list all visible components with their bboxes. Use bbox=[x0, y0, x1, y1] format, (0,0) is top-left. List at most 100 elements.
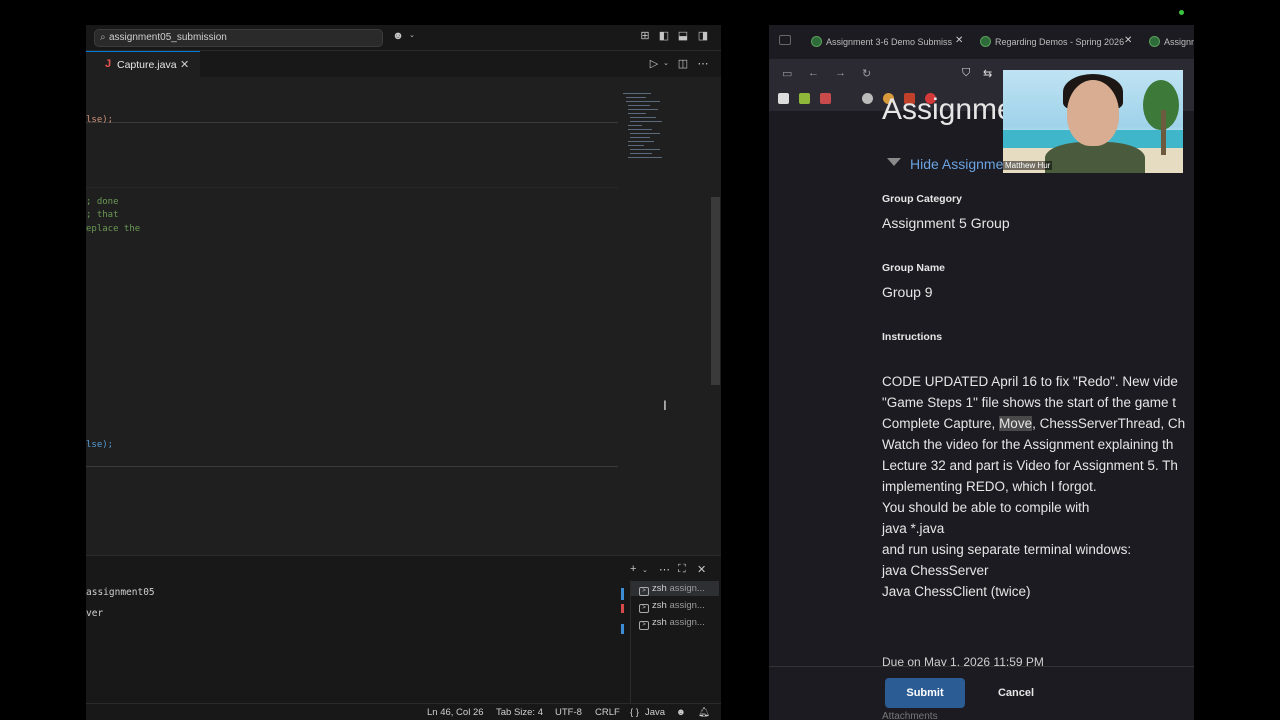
instructions-label: Instructions bbox=[882, 331, 943, 343]
toggle-panel-icon[interactable]: ⬓ bbox=[677, 30, 689, 42]
back-icon[interactable]: ← bbox=[808, 67, 819, 79]
video-call-thumbnail[interactable]: Matthew Hur bbox=[1003, 70, 1183, 173]
layout-icon[interactable]: ⊞ bbox=[639, 30, 651, 42]
terminal-shell: zsh bbox=[652, 583, 667, 594]
maximize-panel-icon[interactable]: ⛶ bbox=[678, 563, 686, 576]
copilot-icon[interactable]: ☻ bbox=[676, 707, 686, 718]
status-bar: Ln 46, Col 26 Tab Size: 4 UTF-8 CRLF { }… bbox=[86, 703, 721, 720]
instruction-line: Java ChessClient (twice) bbox=[882, 584, 1031, 599]
recording-indicator-icon bbox=[1179, 10, 1184, 15]
submit-button[interactable]: Submit bbox=[885, 678, 965, 708]
submission-footer: Submit Cancel Attachments bbox=[769, 666, 1194, 720]
instruction-text: Complete Capture, bbox=[882, 416, 1000, 431]
code-line[interactable]: ; done bbox=[86, 197, 119, 207]
terminal-line: assignment05 bbox=[86, 587, 155, 598]
terminal-name: assign... bbox=[669, 617, 705, 628]
instruction-line: Complete Capture, Move, ChessServerThrea… bbox=[882, 416, 1185, 431]
tab-title: Regarding Demos - Spring 2026 bbox=[995, 37, 1125, 47]
instruction-line: "Game Steps 1" file shows the start of t… bbox=[882, 395, 1176, 410]
attachments-label: Attachments bbox=[882, 711, 938, 720]
code-line[interactable]: lse); bbox=[86, 440, 113, 450]
bell-icon[interactable]: 🔔︎ bbox=[698, 707, 710, 718]
terminal-list-item[interactable]: > zsh assign... bbox=[631, 581, 719, 596]
hide-assignment-link[interactable]: Hide Assignme bbox=[910, 156, 1003, 172]
terminal-panel: + ⌄ ⋯ ⛶ ✕ assignment05 ver > zsh assign..… bbox=[86, 555, 721, 720]
copilot-icon[interactable]: ☻ bbox=[392, 30, 404, 42]
collapse-triangle-icon[interactable] bbox=[887, 158, 901, 166]
search-icon: ⌕ bbox=[100, 32, 106, 43]
close-icon[interactable]: ✕ bbox=[1124, 35, 1132, 46]
instruction-line: java *.java bbox=[882, 521, 945, 536]
terminal-icon: > bbox=[639, 587, 649, 596]
group-category-label: Group Category bbox=[882, 193, 962, 205]
run-icon[interactable]: ▷ bbox=[648, 58, 660, 70]
canvas-favicon-icon bbox=[1149, 36, 1160, 47]
close-icon[interactable]: ✕ bbox=[955, 35, 963, 46]
tab-size[interactable]: Tab Size: 4 bbox=[496, 707, 543, 718]
split-editor-icon[interactable]: ◫ bbox=[677, 58, 689, 70]
instruction-line: You should be able to compile with bbox=[882, 500, 1090, 515]
terminal-marker bbox=[621, 604, 624, 613]
toggle-sidebar-icon[interactable]: ◧ bbox=[658, 30, 670, 42]
toggle-secondary-sidebar-icon[interactable]: ◨ bbox=[697, 30, 709, 42]
more-actions-icon[interactable]: ⋯ bbox=[697, 58, 709, 70]
terminal-icon: > bbox=[639, 604, 649, 613]
chevron-down-icon[interactable]: ⌄ bbox=[406, 30, 418, 42]
bookmark-icon[interactable] bbox=[862, 93, 873, 104]
terminal-icon: > bbox=[639, 621, 649, 630]
bookmark-icon[interactable] bbox=[820, 93, 831, 104]
participant-body bbox=[1045, 142, 1145, 173]
bookmark-icon[interactable] bbox=[799, 93, 810, 104]
instruction-line: java ChessServer bbox=[882, 563, 989, 578]
tab-label: Capture.java bbox=[117, 59, 177, 71]
browser-tab[interactable]: Assignment 3-6 Demo Submiss bbox=[811, 34, 971, 52]
editor-divider bbox=[86, 187, 618, 188]
instruction-text: , ChessServerThread, Ch bbox=[1032, 416, 1186, 431]
cursor-position[interactable]: Ln 46, Col 26 bbox=[427, 707, 484, 718]
terminal-name: assign... bbox=[669, 583, 705, 594]
text-cursor-icon: I bbox=[663, 397, 667, 413]
palm-trunk bbox=[1161, 110, 1166, 155]
tab-title: Assignment 3-6 Demo Submiss bbox=[826, 37, 953, 47]
participant-name: Matthew Hur bbox=[1003, 161, 1053, 170]
terminal-name: assign... bbox=[669, 600, 705, 611]
cancel-button[interactable]: Cancel bbox=[976, 678, 1056, 708]
participant-face bbox=[1067, 80, 1119, 146]
braces-icon: { } bbox=[630, 707, 639, 718]
instruction-line: CODE UPDATED April 16 to fix "Redo". New… bbox=[882, 374, 1178, 389]
browser-tab[interactable]: Assignm bbox=[1149, 34, 1194, 52]
canvas-favicon-icon bbox=[980, 36, 991, 47]
sidebar-toggle-icon[interactable]: ▭ bbox=[782, 67, 792, 80]
add-terminal-icon[interactable]: + bbox=[630, 563, 636, 575]
code-line[interactable]: eplace the bbox=[86, 224, 140, 234]
code-line[interactable]: ; that bbox=[86, 210, 119, 220]
reload-icon[interactable]: ↻ bbox=[862, 67, 871, 80]
highlighted-text: Move bbox=[999, 416, 1033, 431]
instruction-line: implementing REDO, which I forgot. bbox=[882, 479, 1097, 494]
more-actions-icon[interactable]: ⋯ bbox=[659, 563, 670, 576]
terminal-list-item[interactable]: > zsh assign... bbox=[631, 615, 719, 630]
bookmark-icon[interactable] bbox=[778, 93, 789, 104]
terminal-marker bbox=[621, 624, 624, 634]
close-icon[interactable]: ✕ bbox=[697, 563, 706, 576]
shield-icon[interactable]: ⛉ bbox=[962, 67, 970, 80]
editor-scrollbar[interactable] bbox=[711, 197, 720, 385]
forward-icon[interactable]: → bbox=[835, 67, 846, 79]
page-title: Assignme bbox=[882, 93, 1014, 126]
browser-tab[interactable]: Regarding Demos - Spring 2026 bbox=[980, 34, 1130, 52]
command-center-search[interactable]: ⌕ assignment05_submission bbox=[94, 29, 383, 47]
permissions-icon[interactable]: ⇆ bbox=[983, 67, 992, 80]
instruction-line: Lecture 32 and part is Video for Assignm… bbox=[882, 458, 1178, 473]
minimap[interactable] bbox=[623, 93, 665, 165]
tab-overview-icon[interactable] bbox=[779, 35, 791, 45]
end-of-line[interactable]: CRLF bbox=[595, 707, 620, 718]
code-line[interactable]: lse); bbox=[86, 115, 113, 125]
terminal-list-item[interactable]: > zsh assign... bbox=[631, 598, 719, 613]
tab-capture-java[interactable]: J Capture.java ✕ bbox=[86, 51, 200, 77]
chevron-down-icon[interactable]: ⌄ bbox=[642, 566, 648, 574]
language-mode[interactable]: Java bbox=[645, 707, 665, 718]
close-icon[interactable]: ✕ bbox=[180, 58, 189, 71]
encoding[interactable]: UTF-8 bbox=[555, 707, 582, 718]
tab-title: Assignm bbox=[1164, 37, 1194, 47]
chevron-down-icon[interactable]: ⌄ bbox=[660, 58, 672, 70]
